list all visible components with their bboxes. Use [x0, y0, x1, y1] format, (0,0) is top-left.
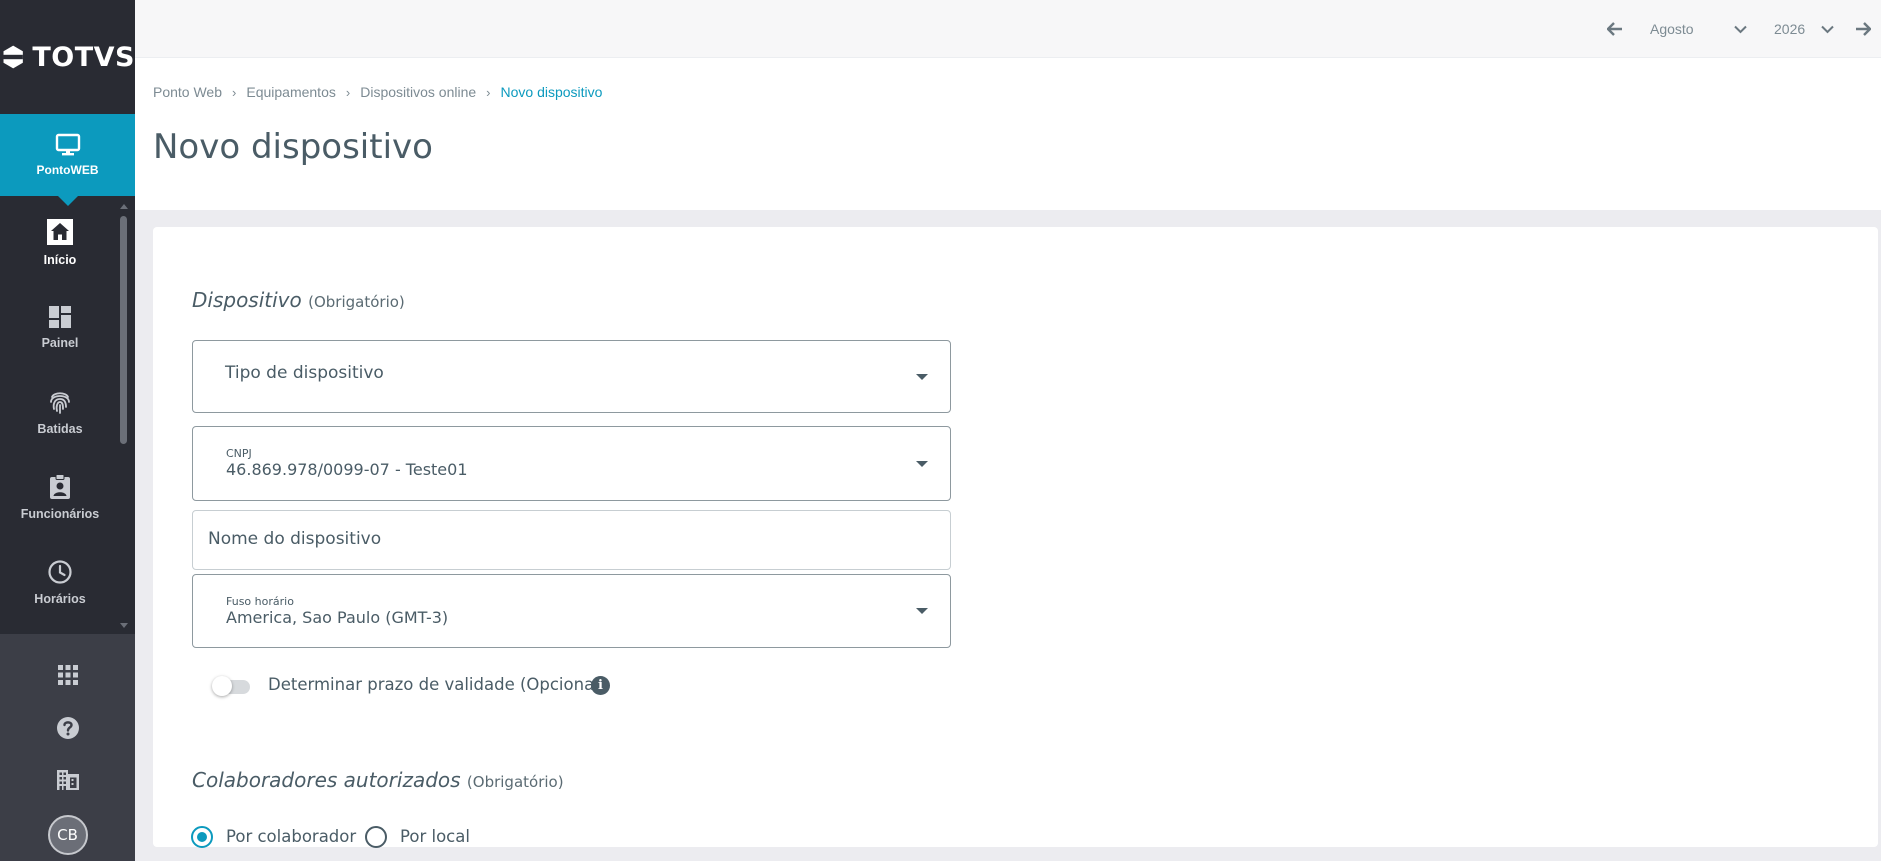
breadcrumb-link[interactable]: Equipamentos: [246, 84, 336, 100]
section-title-text: Dispositivo: [192, 288, 302, 312]
device-type-select[interactable]: Tipo de dispositivo: [192, 340, 951, 413]
previous-month-button[interactable]: [1607, 0, 1623, 58]
timezone-select[interactable]: Fuso horário America, Sao Paulo (GMT-3): [192, 574, 951, 648]
breadcrumb-separator-icon: ›: [345, 84, 351, 100]
radio-por-local[interactable]: [365, 826, 387, 848]
totvs-logo[interactable]: TOTVS: [0, 0, 135, 114]
sidebar-item-painel[interactable]: Painel: [0, 285, 120, 370]
validity-toggle[interactable]: [212, 675, 256, 697]
sidebar-item-label: Painel: [41, 336, 79, 350]
totvs-logo-icon: [3, 45, 23, 69]
device-name-input[interactable]: Nome do dispositivo: [192, 510, 951, 570]
next-month-button[interactable]: [1855, 0, 1871, 58]
breadcrumb: Ponto Web › Equipamentos › Dispositivos …: [153, 84, 602, 100]
badge-icon: [50, 474, 70, 499]
product-switcher-pontoweb[interactable]: PontoWEB: [0, 114, 135, 196]
sidebar-item-label: Início: [43, 253, 77, 267]
fingerprint-icon: [50, 392, 70, 414]
radio-label[interactable]: Por local: [400, 827, 470, 846]
avatar: CB: [47, 815, 88, 855]
timezone-label: Fuso horário: [226, 595, 294, 608]
sidebar-scrollbar[interactable]: [120, 204, 128, 628]
chevron-down-icon: [1733, 25, 1747, 33]
arrow-left-icon: [1607, 22, 1622, 36]
caret-down-icon: [916, 373, 928, 380]
breadcrumb-separator-icon: ›: [486, 84, 491, 100]
home-icon: [47, 219, 73, 245]
sidebar-item-label: Batidas: [37, 422, 83, 436]
sidebar-tools: CB: [0, 634, 135, 861]
product-label: PontoWEB: [36, 163, 99, 177]
cnpj-value: 46.869.978/0099-07 - Teste01: [226, 460, 468, 479]
scrollbar-thumb[interactable]: [120, 216, 127, 444]
sidebar-nav: Início Painel Batidas Funcionários Horár…: [0, 200, 120, 632]
toggle-knob: [212, 676, 232, 696]
sidebar-item-batidas[interactable]: Batidas: [0, 370, 120, 455]
cnpj-select[interactable]: CNPJ 46.869.978/0099-07 - Teste01: [192, 426, 951, 501]
logo-text: TOTVS: [32, 41, 135, 73]
sidebar-item-horarios[interactable]: Horários: [0, 540, 120, 625]
chevron-down-icon: [1821, 25, 1834, 33]
caret-down-icon: [916, 460, 928, 467]
caret-down-icon: [916, 608, 928, 614]
breadcrumb-separator-icon: ›: [232, 84, 237, 100]
sidebar-item-label: Funcionários: [20, 507, 100, 521]
help-icon: [56, 717, 79, 739]
breadcrumb-current: Novo dispositivo: [500, 84, 603, 100]
section-title-dispositivo: Dispositivo (Obrigatório): [192, 288, 405, 312]
info-icon[interactable]: i: [591, 676, 610, 695]
clock-icon: [48, 560, 72, 584]
timezone-value: America, Sao Paulo (GMT-3): [226, 608, 449, 627]
device-name-placeholder: Nome do dispositivo: [208, 529, 382, 549]
sidebar: TOTVS PontoWEB Início Painel Batidas Fun…: [0, 0, 135, 861]
breadcrumb-link[interactable]: Dispositivos online: [360, 84, 476, 100]
user-menu[interactable]: CB: [0, 815, 135, 855]
scroll-up-arrow-icon[interactable]: [120, 204, 128, 209]
building-icon: [56, 770, 79, 790]
section-required-note: (Obrigatório): [308, 293, 405, 311]
sidebar-item-funcionarios[interactable]: Funcionários: [0, 455, 120, 540]
top-bar: Agosto 2026: [135, 0, 1881, 58]
month-select[interactable]: Agosto: [1650, 0, 1747, 58]
device-type-label: Tipo de dispositivo: [225, 363, 384, 383]
radio-por-colaborador[interactable]: [191, 826, 213, 848]
monitor-icon: [55, 133, 80, 156]
year-select[interactable]: 2026: [1774, 0, 1834, 58]
scroll-down-arrow-icon[interactable]: [120, 623, 128, 628]
section-title-colaboradores: Colaboradores autorizados (Obrigatório): [192, 768, 564, 792]
sidebar-item-label: Horários: [34, 592, 86, 606]
arrow-right-icon: [1856, 22, 1871, 36]
page-title: Novo dispositivo: [153, 127, 433, 167]
validity-toggle-label[interactable]: Determinar prazo de validade (Opcional): [268, 675, 605, 694]
section-title-text: Colaboradores autorizados: [192, 768, 461, 792]
dashboard-icon: [49, 306, 71, 328]
breadcrumb-link[interactable]: Ponto Web: [153, 84, 222, 100]
help-button[interactable]: [0, 716, 135, 740]
company-button[interactable]: [0, 769, 135, 791]
cnpj-label: CNPJ: [226, 447, 252, 460]
year-value: 2026: [1774, 21, 1806, 37]
apps-grid-icon: [57, 665, 78, 685]
month-value: Agosto: [1650, 21, 1694, 37]
radio-label[interactable]: Por colaborador: [226, 827, 356, 846]
apps-button[interactable]: [0, 664, 135, 686]
section-required-note: (Obrigatório): [466, 773, 564, 791]
sidebar-item-inicio[interactable]: Início: [0, 200, 120, 285]
